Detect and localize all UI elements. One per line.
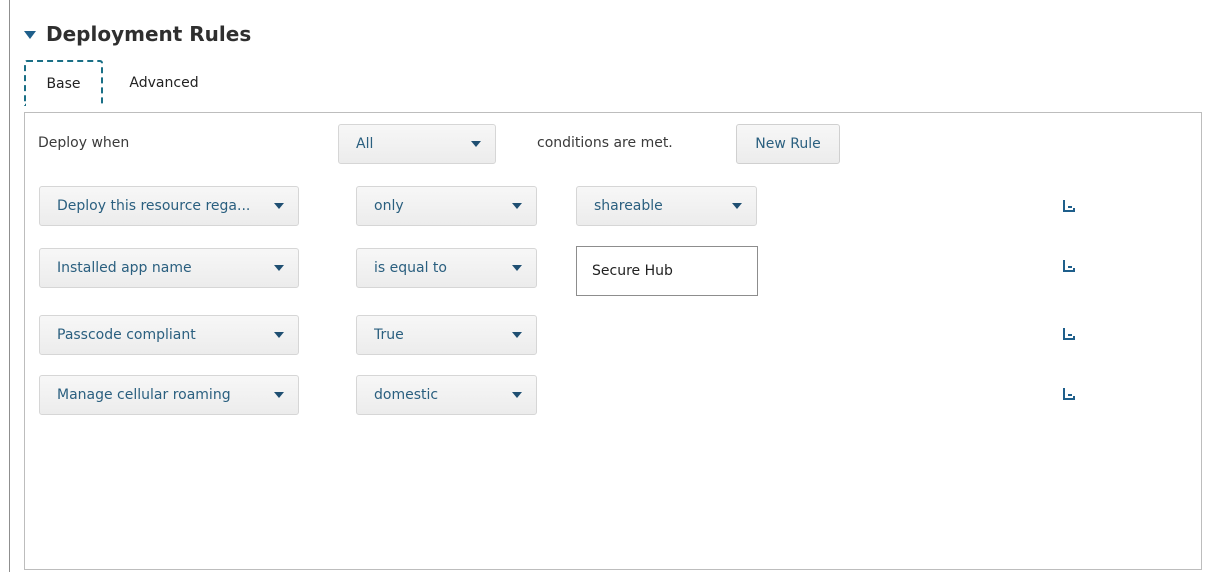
rule-3-operator-select[interactable]: True <box>356 315 537 355</box>
deployment-rules-page: Deployment Rules Base Advanced Deploy wh… <box>0 0 1208 572</box>
chevron-down-icon <box>512 332 522 338</box>
caret-down-icon[interactable] <box>24 31 36 39</box>
delete-rule-icon[interactable] <box>1061 386 1077 402</box>
chevron-down-icon <box>274 265 284 271</box>
delete-rule-icon-graphic <box>1063 328 1075 340</box>
rule-1-operator-value: only <box>374 198 404 214</box>
rule-4-operator-select[interactable]: domestic <box>356 375 537 415</box>
chevron-down-icon <box>274 392 284 398</box>
delete-rule-icon[interactable] <box>1061 258 1077 274</box>
rules-panel: Deploy when All conditions are met. New … <box>24 112 1202 570</box>
tab-base[interactable]: Base <box>24 60 103 106</box>
chevron-down-icon <box>512 265 522 271</box>
rule-4-operator-value: domestic <box>374 387 439 403</box>
rule-2-field-value: Installed app name <box>57 260 192 276</box>
tab-advanced[interactable]: Advanced <box>116 60 212 106</box>
left-border <box>9 0 10 572</box>
rule-3-field-value: Passcode compliant <box>57 327 196 343</box>
delete-rule-icon[interactable] <box>1061 198 1077 214</box>
chevron-down-icon <box>512 392 522 398</box>
condition-mode-select[interactable]: All <box>338 124 496 164</box>
rule-3-field-select[interactable]: Passcode compliant <box>39 315 299 355</box>
chevron-down-icon <box>512 203 522 209</box>
rule-4-field-value: Manage cellular roaming <box>57 387 231 403</box>
chevron-down-icon <box>471 141 481 147</box>
section-title: Deployment Rules <box>46 22 252 46</box>
delete-rule-icon-graphic <box>1063 388 1075 400</box>
new-rule-button[interactable]: New Rule <box>736 124 840 164</box>
rule-1-value: shareable <box>594 198 663 214</box>
section-header[interactable]: Deployment Rules <box>24 20 251 48</box>
delete-rule-icon[interactable] <box>1061 326 1077 342</box>
rule-1-field-value: Deploy this resource rega... <box>57 198 251 214</box>
chevron-down-icon <box>274 332 284 338</box>
rule-2-value-input[interactable]: Secure Hub <box>576 246 758 296</box>
rule-2-operator-value: is equal to <box>374 260 447 276</box>
chevron-down-icon <box>274 203 284 209</box>
delete-rule-icon-graphic <box>1063 200 1075 212</box>
rule-1-field-select[interactable]: Deploy this resource rega... <box>39 186 299 226</box>
rule-4-field-select[interactable]: Manage cellular roaming <box>39 375 299 415</box>
deploy-when-label: Deploy when <box>38 135 130 151</box>
chevron-down-icon <box>732 203 742 209</box>
rule-3-operator-value: True <box>374 327 404 343</box>
rule-2-operator-select[interactable]: is equal to <box>356 248 537 288</box>
rule-2-field-select[interactable]: Installed app name <box>39 248 299 288</box>
conditions-met-text: conditions are met. <box>537 135 673 151</box>
delete-rule-icon-graphic <box>1063 260 1075 272</box>
rule-1-operator-select[interactable]: only <box>356 186 537 226</box>
condition-mode-value: All <box>356 136 374 152</box>
rule-1-value-select[interactable]: shareable <box>576 186 757 226</box>
